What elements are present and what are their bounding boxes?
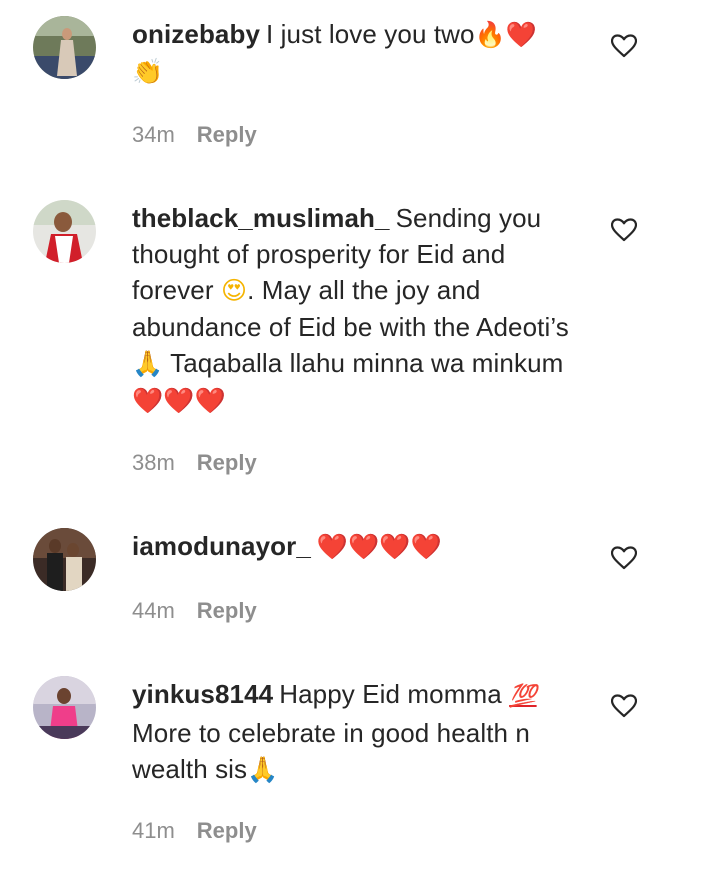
heart-outline-icon[interactable] — [610, 546, 638, 570]
comment-item: iamodunayor_ ❤️❤️❤️❤️ 44m Reply — [0, 500, 717, 660]
comment-text: onizebaby I just love you two🔥❤️ 👏 — [132, 16, 572, 90]
reply-button[interactable]: Reply — [197, 818, 257, 843]
comment-meta: 38m Reply — [132, 450, 257, 476]
hundred-points-emoji: 💯 — [509, 684, 537, 709]
comment-text: yinkus8144 Happy Eid momma 💯 More to cele… — [132, 676, 572, 788]
comment-username[interactable]: theblack_muslimah_ — [132, 203, 390, 233]
heart-outline-icon[interactable] — [610, 694, 638, 718]
comment-item: theblack_muslimah_ Sending you thought of… — [0, 170, 717, 500]
folded-hands-emoji: 🙏 — [247, 755, 279, 784]
red-hearts-emoji: ❤️❤️❤️❤️ — [316, 532, 442, 561]
comment-body-part2: More to celebrate in good health n wealt… — [132, 718, 530, 784]
heart-outline-icon[interactable] — [610, 218, 638, 242]
comment-text: iamodunayor_ ❤️❤️❤️❤️ — [132, 528, 572, 565]
comment-item: onizebaby I just love you two🔥❤️ 👏 34m Rep… — [0, 0, 717, 170]
comment-timestamp: 34m — [132, 122, 175, 147]
heart-outline-icon[interactable] — [610, 34, 638, 58]
comment-body-part1: Happy Eid momma — [279, 679, 502, 709]
folded-hands-emoji: 🙏 — [132, 349, 164, 378]
avatar[interactable] — [33, 676, 96, 739]
red-hearts-emoji: ❤️❤️❤️ — [132, 386, 226, 415]
heart-eyes-emoji: 😍 — [220, 276, 248, 305]
comment-text: theblack_muslimah_ Sending you thought of… — [132, 200, 572, 419]
avatar[interactable] — [33, 200, 96, 263]
comment-timestamp: 41m — [132, 818, 175, 843]
comment-username[interactable]: yinkus8144 — [132, 679, 273, 709]
avatar[interactable] — [33, 16, 96, 79]
clapping-hands-emoji: 👏 — [132, 57, 164, 86]
comment-username[interactable]: iamodunayor_ — [132, 531, 311, 561]
avatar[interactable] — [33, 528, 96, 591]
comment-timestamp: 44m — [132, 598, 175, 623]
fire-heart-emoji: 🔥❤️ — [474, 20, 538, 49]
comment-body: I just love you two — [266, 19, 475, 49]
comment-body-part3: Taqaballa llahu minna wa minkum — [170, 348, 564, 378]
comment-username[interactable]: onizebaby — [132, 19, 260, 49]
reply-button[interactable]: Reply — [197, 598, 257, 623]
comment-timestamp: 38m — [132, 450, 175, 475]
comment-meta: 41m Reply — [132, 818, 257, 844]
reply-button[interactable]: Reply — [197, 450, 257, 475]
comment-meta: 44m Reply — [132, 598, 257, 624]
comment-meta: 34m Reply — [132, 122, 257, 148]
comment-item: yinkus8144 Happy Eid momma 💯 More to cele… — [0, 660, 717, 870]
reply-button[interactable]: Reply — [197, 122, 257, 147]
